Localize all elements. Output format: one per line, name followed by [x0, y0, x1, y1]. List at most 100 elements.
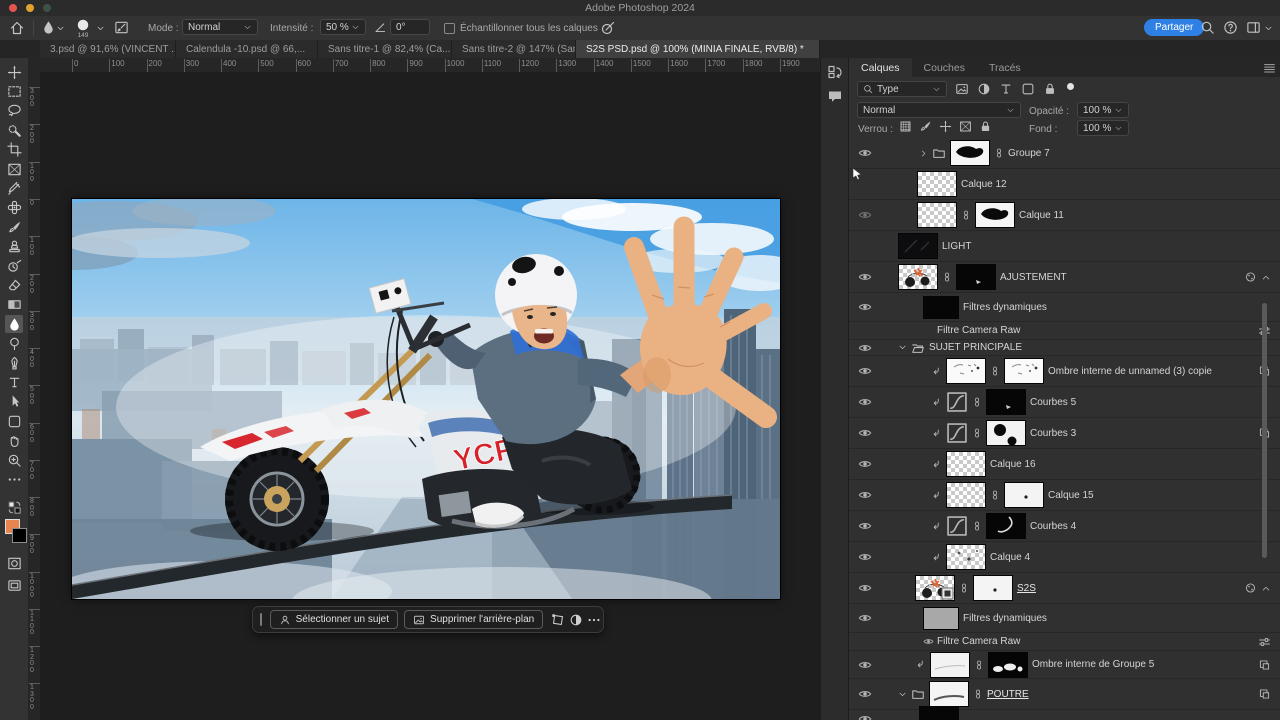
home-icon[interactable]: [9, 20, 25, 36]
panel-scrollbar[interactable]: [1262, 303, 1267, 558]
mask-link-icon[interactable]: [973, 689, 983, 699]
layer-mask-thumbnail[interactable]: [973, 575, 1013, 601]
search-icon[interactable]: [1200, 20, 1215, 35]
layer-thumbnail-checker[interactable]: [917, 202, 957, 228]
layer-mask-thumbnail[interactable]: [986, 420, 1026, 446]
layer-name[interactable]: Calque 4: [990, 552, 1030, 563]
layer-row[interactable]: Calque 12: [849, 169, 1280, 200]
layer-visibility-toggle[interactable]: [856, 146, 874, 160]
workspace-icon[interactable]: [1246, 20, 1261, 35]
filter-pixel-layers-icon[interactable]: [955, 82, 969, 96]
tool-move[interactable]: [5, 63, 23, 81]
clipping-mask-icon[interactable]: [931, 490, 942, 501]
layer-visibility-toggle[interactable]: [919, 635, 937, 649]
layer-row[interactable]: Calque 4: [849, 542, 1280, 573]
select-subject-button[interactable]: Sélectionner un sujet: [270, 610, 398, 629]
layer-row[interactable]: POUTRE: [849, 679, 1280, 710]
layer-mask-thumbnail[interactable]: [1004, 358, 1044, 384]
brush-picker-chevron-icon[interactable]: [96, 24, 105, 33]
workspace-chevron-icon[interactable]: [1264, 24, 1273, 33]
layer-thumbnail-white-marks[interactable]: [946, 358, 986, 384]
layer-name[interactable]: Calque 16: [990, 459, 1036, 470]
tool-stamp[interactable]: [5, 238, 23, 256]
tool-heal[interactable]: [5, 199, 23, 217]
clipping-mask-icon[interactable]: [931, 552, 942, 563]
layer-visibility-toggle[interactable]: [856, 519, 874, 533]
layer-visibility-toggle[interactable]: [856, 550, 874, 564]
mask-link-icon[interactable]: [972, 428, 982, 438]
layer-row[interactable]: [849, 710, 1280, 720]
group-expand-icon[interactable]: [898, 690, 907, 699]
tool-zoomtool[interactable]: [5, 451, 23, 469]
layer-thumbnail-gray[interactable]: [923, 607, 959, 630]
folder-icon[interactable]: [911, 687, 925, 701]
layer-thumbnail-bike-so[interactable]: [915, 575, 955, 601]
filter-adjustment-layers-icon[interactable]: [977, 82, 991, 96]
layer-name[interactable]: LIGHT: [942, 241, 971, 252]
layer-name[interactable]: Calque 11: [1019, 210, 1064, 221]
tool-preset-chevron-icon[interactable]: [56, 24, 65, 33]
tool-eraser[interactable]: [5, 276, 23, 294]
layer-group-header[interactable]: SUJET PRINCIPALE: [849, 340, 1280, 356]
layer-visibility-toggle[interactable]: [856, 300, 874, 314]
layer-row[interactable]: Courbes 3: [849, 418, 1280, 449]
more-options-icon[interactable]: [585, 610, 603, 629]
fill-select[interactable]: 100 %: [1077, 120, 1129, 136]
layer-mask-thumbnail[interactable]: [1004, 482, 1044, 508]
clipping-mask-icon[interactable]: [931, 459, 942, 470]
comments-icon[interactable]: [827, 88, 843, 104]
filter-blend-options-icon[interactable]: [1258, 635, 1271, 648]
layer-visibility-toggle[interactable]: [856, 270, 874, 284]
mask-link-icon[interactable]: [959, 583, 969, 593]
layer-visibility-toggle[interactable]: [856, 208, 874, 222]
tool-type[interactable]: [5, 373, 23, 391]
lock-all-icon[interactable]: [979, 120, 992, 133]
smart-filter-toggle-icon[interactable]: [1244, 582, 1271, 595]
document-tab[interactable]: Sans titre-2 @ 147% (San...: [452, 40, 576, 58]
layer-row[interactable]: Filtres dynamiques: [849, 293, 1280, 322]
layer-row[interactable]: Groupe 7: [849, 138, 1280, 169]
layer-name[interactable]: Courbes 4: [1030, 521, 1076, 532]
layer-row[interactable]: Courbes 4: [849, 511, 1280, 542]
layer-thumbnail-white-blob[interactable]: [950, 140, 990, 166]
layer-row[interactable]: Filtre Camera Raw: [849, 322, 1280, 340]
layer-name[interactable]: Filtres dynamiques: [963, 613, 1047, 624]
layer-thumbnail-checker[interactable]: [946, 451, 986, 477]
clipping-mask-icon[interactable]: [915, 659, 926, 670]
folder-open-icon[interactable]: [911, 341, 925, 355]
layer-name[interactable]: Filtres dynamiques: [963, 302, 1047, 313]
layer-row[interactable]: LIGHT: [849, 231, 1280, 262]
document-tab[interactable]: Sans titre-1 @ 82,4% (Ca...: [318, 40, 452, 58]
layer-name[interactable]: Calque 15: [1048, 490, 1094, 501]
adjustments-icon[interactable]: [567, 610, 585, 629]
layer-thumbnail-black[interactable]: [923, 296, 959, 319]
layer-name[interactable]: SUJET PRINCIPALE: [929, 342, 1022, 353]
mask-link-icon[interactable]: [961, 210, 971, 220]
version-history-icon[interactable]: [827, 64, 843, 80]
layer-mask-thumbnail[interactable]: [988, 652, 1028, 678]
taskbar-drag-handle[interactable]: [260, 613, 262, 626]
screen-mode-icon[interactable]: [5, 576, 23, 594]
layer-row[interactable]: Filtres dynamiques: [849, 604, 1280, 633]
lock-transparency-icon[interactable]: [899, 120, 912, 133]
filter-shape-layers-icon[interactable]: [1021, 82, 1035, 96]
transform-icon[interactable]: [549, 610, 567, 629]
panel-tab-calques[interactable]: Calques: [849, 58, 912, 77]
panel-menu-icon[interactable]: [1263, 61, 1276, 74]
layer-name[interactable]: Filtre Camera Raw: [937, 325, 1020, 336]
layer-thumbnail-white[interactable]: [930, 652, 970, 678]
tool-crop[interactable]: [5, 141, 23, 159]
layer-thumbnail-white-line[interactable]: [929, 681, 969, 707]
layer-name[interactable]: AJUSTEMENT: [1000, 272, 1067, 283]
effects-badge-icon[interactable]: [1258, 688, 1271, 701]
mask-link-icon[interactable]: [990, 490, 1000, 500]
mask-link-icon[interactable]: [974, 660, 984, 670]
swap-colors-icon[interactable]: [5, 498, 23, 516]
lock-artboard-icon[interactable]: [959, 120, 972, 133]
adjustment-layer-icon-curves[interactable]: [946, 391, 968, 413]
layer-row[interactable]: Ombre interne de unnamed (3) copie: [849, 356, 1280, 387]
tool-eyedrop[interactable]: [5, 179, 23, 197]
adjustment-layer-icon-curves[interactable]: [946, 422, 968, 444]
layer-row[interactable]: Courbes 5: [849, 387, 1280, 418]
layer-name[interactable]: Courbes 3: [1030, 428, 1076, 439]
